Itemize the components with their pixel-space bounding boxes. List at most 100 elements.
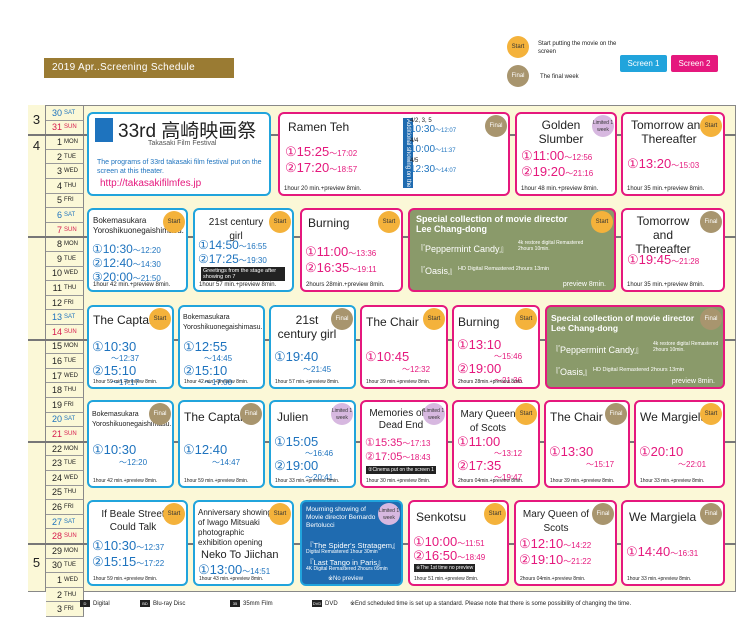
day-row: 29 MON [46,544,84,559]
day-weekday: MON [64,241,78,248]
legend-digital: D Digital [80,600,110,607]
day-number: 2 [56,589,62,600]
film-card-bokemasukara[interactable]: Bokemasukara Yoroshikuonegaishimasu. ①10… [87,208,188,292]
day-weekday: SAT [64,109,76,116]
film-card-neko-to-jiichan[interactable]: Anniversary showing of Iwago Mitsuaki ph… [193,500,294,586]
additional-schedule: 4/2, 3, 5 10:30～12:07 4/4 10:00～11:37 4/… [410,118,457,175]
film-card-mary-queen-2[interactable]: Mary Queen of Scots ①12:10～14:22 ②19:10～… [514,500,617,586]
day-row: 27 SAT [46,514,84,530]
day-row: 24 WED [46,471,84,486]
day-number: 29 [51,545,62,556]
film-card-golden-slumber[interactable]: Golden Slumber ①11:00～12:56 ②19:20～21:16… [515,112,617,196]
day-weekday: FRI [64,197,74,204]
day-weekday: WED [64,168,78,175]
day-row: 14 SUN [46,325,84,340]
final-badge-legend: Final [507,65,529,87]
day-number: 7 [56,224,62,235]
film-card-tomorrow-2[interactable]: Tomorrow and Thereafter ①19:45～21:28 1ho… [621,208,725,292]
day-number: 9 [56,253,62,264]
day-weekday: FRI [64,299,74,306]
day-weekday: THU [64,387,77,394]
day-number: 17 [51,370,62,381]
day-row: 21 SUN [46,427,84,442]
day-row: 12 FRI [46,295,84,311]
day-number: 12 [51,297,62,308]
day-number: 19 [51,399,62,410]
day-number: 18 [51,385,62,396]
day-row: 1 WED [46,573,84,588]
film-card-bertolucci[interactable]: Mourning showing of Movie director Berna… [300,500,403,586]
day-number: 3 [56,166,62,177]
day-number: 1 [56,574,62,585]
day-number: 24 [51,472,62,483]
day-row: 10 WED [46,266,84,282]
film-card-julien[interactable]: Julien ①15:05 ～16:46 ②19:00 ～20:41 1hour… [269,400,356,488]
film-card-burning[interactable]: Burning ①11:00～13:36 ②16:35～19:11 2hours… [300,208,403,292]
screen1-legend: Screen 1 [620,55,667,72]
day-weekday: SUN [64,226,77,233]
film-card-senkotsu[interactable]: Senkotsu ①10:00～11:51 ②16:50～18:49 ※The … [408,500,509,586]
final-legend-text: The final week [540,74,579,80]
film-card-21st-century-girl[interactable]: 21st century girl ①14:50～16:55 ②17:25～19… [193,208,294,292]
day-row: 18 THU [46,383,84,398]
day-weekday: FRI [64,401,74,408]
day-row: 15 MON [46,339,84,355]
day-weekday: TUE [64,255,76,262]
festival-url[interactable]: http://takasakifilmfes.jp [100,178,201,189]
day-number: 14 [51,326,62,337]
legend-dvd: DVD DVD [312,600,338,607]
dvd-icon: DVD [312,600,322,607]
day-row: 28 SUN [46,529,84,544]
day-row: 2 THU [46,587,84,603]
film-card-the-chair[interactable]: The Chair ①10:45 ～12:32 1hour 39 min.+pr… [360,305,448,389]
day-weekday: SUN [64,430,77,437]
day-weekday: TUE [64,357,76,364]
day-row: 7 SUN [46,222,84,238]
film-card-bokemasukara-3[interactable]: Bokemasukara Yoroshikuonegaishimasu. ①10… [87,400,174,488]
showtime: ①15:25～17:02 [285,144,358,159]
film-card-mary-queen[interactable]: Mary Queen of Scots ①11:00 ～13:12 ②17:35… [452,400,540,488]
day-weekday: SAT [64,518,76,525]
film-card-the-captain-2[interactable]: The Captain ①12:40 ～14:47 1hour 59 min.+… [178,400,265,488]
limited-badge: Limited 1 week [592,115,614,137]
day-weekday: WED [64,576,78,583]
film-card-beale-street[interactable]: If Beale Street Could Talk ①10:30～12:37 … [87,500,188,586]
day-weekday: THU [64,489,77,496]
day-weekday: TUE [64,460,76,467]
day-number: 16 [51,355,62,366]
day-row: 3 FRI [46,602,84,617]
day-row: 25 THU [46,485,84,501]
film-card-the-chair-2[interactable]: The Chair ①13:30 ～15:17 1hour 39 min.+pr… [544,400,630,488]
film-card-we-margiela[interactable]: We Margiela ①20:10 ～22:01 1hour 33 min.+… [634,400,725,488]
film-card-bokemasukara-2[interactable]: Bokemasukara Yoroshikuonegaishimasu. ①12… [178,305,265,389]
film-card-tomorrow[interactable]: Tomorrow and Thereafter ①13:20～15:03 1ho… [621,112,725,196]
film-card-21st-century-girl-2[interactable]: 21st century girl ①19:40 ～21:45 1hour 57… [269,305,356,389]
film-card-memories[interactable]: Memories of a Dead End ①15:35～17:13 ②17:… [360,400,448,488]
day-row: 17 WED [46,368,84,384]
film-card-special-lee-chang-dong[interactable]: Special collection of movie director Lee… [408,208,616,292]
day-number: 1 [56,136,62,147]
day-number: 5 [56,195,62,206]
day-weekday: THU [64,182,77,189]
day-weekday: SUN [64,533,77,540]
day-number: 15 [51,341,62,352]
day-row: 3 WED [46,164,84,179]
day-number: 27 [51,516,62,527]
film-card-we-margiela-2[interactable]: We Margiela ①14:40～16:31 1hour 33 min.+p… [621,500,725,586]
month-label: 5 [28,553,46,591]
showtime: ②17:20～18:57 [285,160,358,175]
day-row: 20 SAT [46,412,84,428]
month-label: 3 [28,105,46,134]
day-number: 30 [51,560,62,571]
day-weekday: SUN [64,328,77,335]
film-title: Golden Slumber [538,118,584,146]
day-weekday: MON [64,343,78,350]
day-weekday: SAT [64,314,76,321]
day-weekday: MON [64,138,78,145]
film-card-the-captain[interactable]: The Captain ①10:30 ～12:37 ②15:10 ～17:17 … [87,305,174,389]
day-row: 4 THU [46,179,84,194]
day-number: 10 [51,268,62,279]
day-number: 20 [51,414,62,425]
film-card-special-lee-chang-dong-2[interactable]: Special collection of movie director Lee… [545,305,725,389]
film-card-burning-2[interactable]: Burning ①13:10 ～15:46 ②19:00 ～21:36 2hou… [452,305,540,389]
